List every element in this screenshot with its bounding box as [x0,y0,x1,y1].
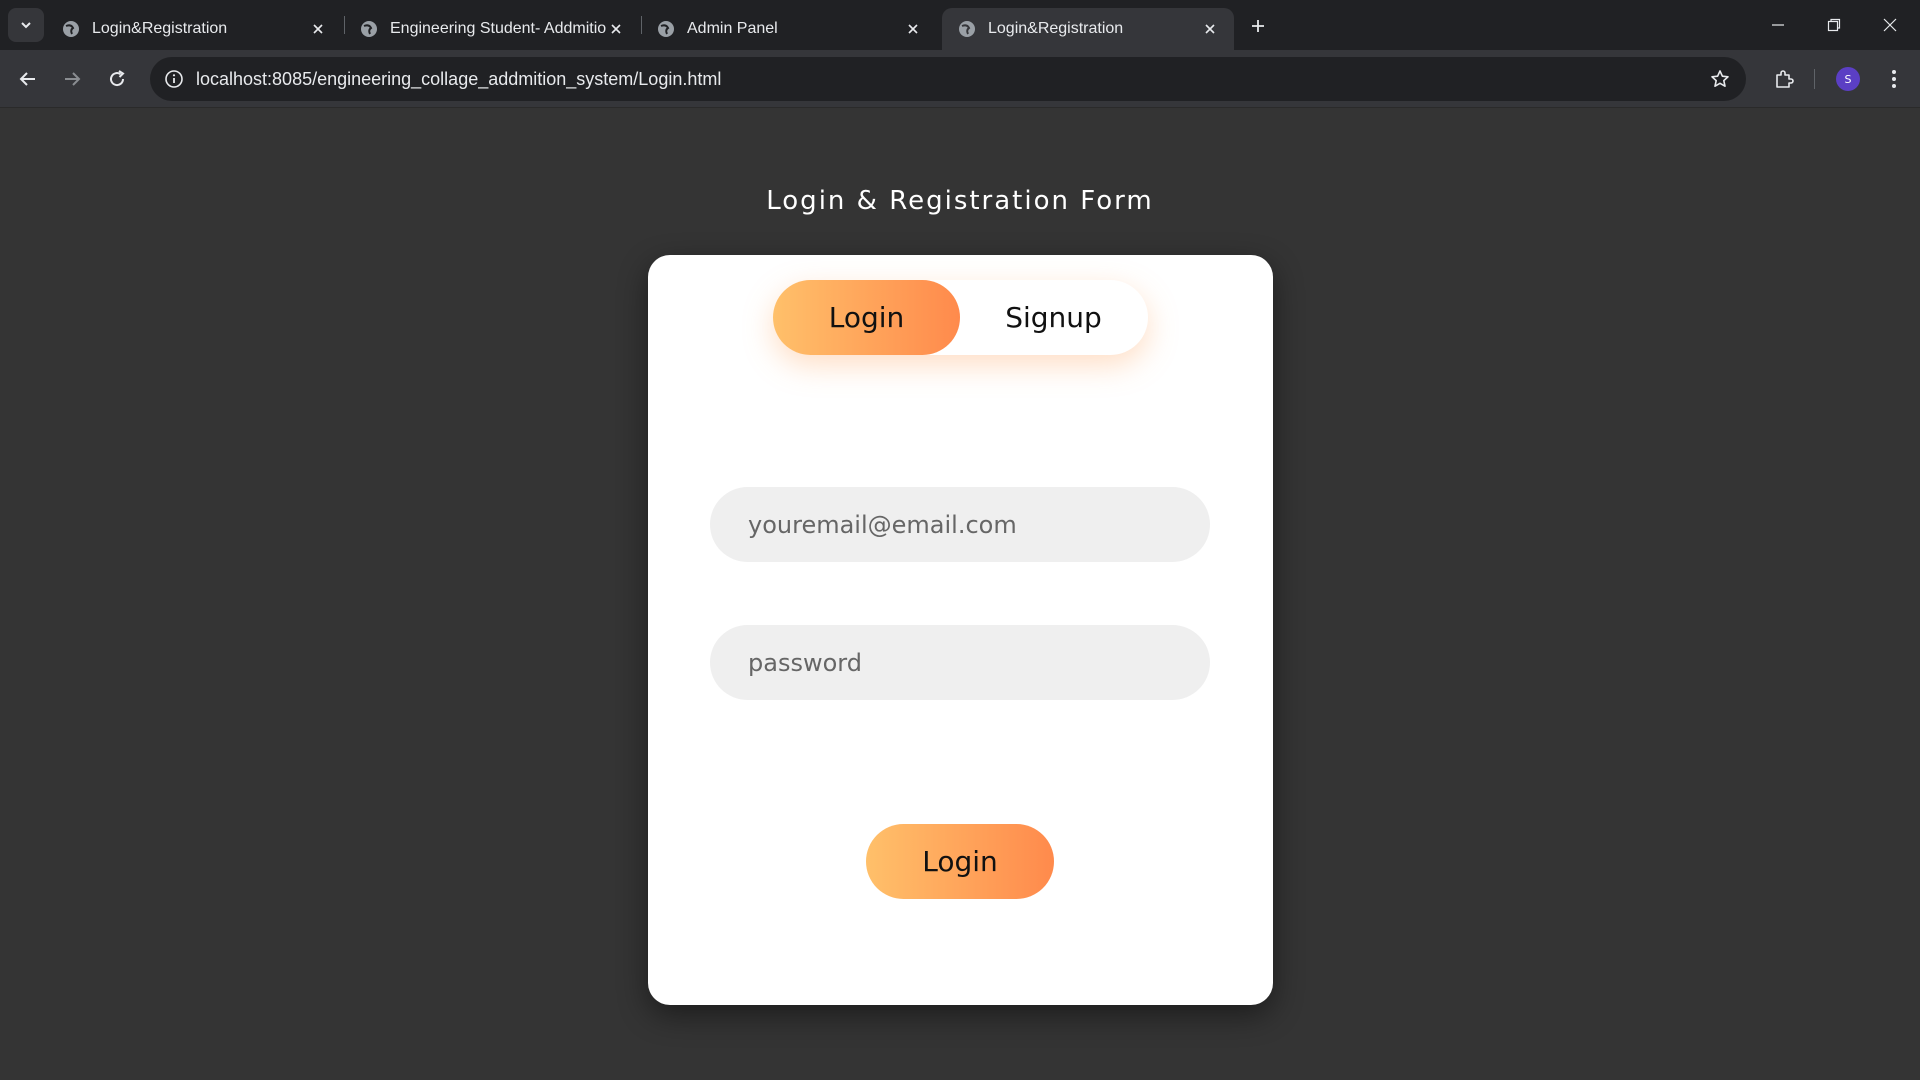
tab-admin-panel[interactable]: Admin Panel [641,8,937,50]
arrow-left-icon [19,72,35,86]
minimize-icon [1772,24,1784,26]
puzzle-icon [1776,70,1794,88]
extensions-button[interactable] [1768,63,1800,95]
login-signup-toggle: Login Signup [773,280,1148,355]
close-icon[interactable] [1200,19,1220,39]
new-tab-button[interactable] [1244,12,1272,40]
tab-title: Admin Panel [687,20,778,37]
arrow-right-icon [65,72,81,86]
forward-button[interactable] [56,63,88,95]
star-icon[interactable] [1708,67,1732,91]
close-icon[interactable] [308,19,328,39]
minimize-button[interactable] [1758,8,1798,42]
password-field[interactable] [710,625,1210,700]
reload-button[interactable] [101,63,133,95]
tab-title: Login&Registration [988,20,1124,37]
globe-icon [959,21,975,37]
menu-button[interactable] [1878,63,1910,95]
close-icon[interactable] [606,19,626,39]
tab-login[interactable]: Login [773,280,960,355]
tab-strip: Login&Registration Engineering Student- … [0,0,1920,50]
tab-login-registration-1[interactable]: Login&Registration [46,8,342,50]
url-text[interactable]: localhost:8085/engineering_collage_addmi… [196,69,721,90]
browser-toolbar: localhost:8085/engineering_collage_addmi… [0,50,1920,108]
toolbar-divider [1814,69,1815,89]
tab-search-button[interactable] [8,8,44,42]
chevron-down-icon [21,22,31,29]
email-field[interactable] [710,487,1210,562]
window-close-button[interactable] [1870,8,1910,42]
close-icon [1883,18,1897,32]
address-bar[interactable]: localhost:8085/engineering_collage_addmi… [150,57,1746,101]
back-button[interactable] [12,63,44,95]
more-vert-icon [1892,70,1896,88]
info-icon[interactable] [162,67,186,91]
reload-icon [110,70,125,87]
restore-button[interactable] [1814,8,1854,42]
globe-icon [361,21,377,37]
close-icon[interactable] [903,19,923,39]
restore-icon [1827,18,1841,32]
tab-title: Engineering Student- Addmition [390,20,606,37]
login-button[interactable]: Login [866,824,1054,899]
profile-avatar[interactable]: S [1836,67,1860,91]
login-card: Login Signup Login [648,255,1273,1005]
globe-icon [63,21,79,37]
tab-signup[interactable]: Signup [960,280,1147,355]
tab-login-registration-active[interactable]: Login&Registration [942,8,1234,50]
page-content: Login & Registration Form Login Signup L… [0,108,1920,1080]
tab-engineering-student[interactable]: Engineering Student- Addmition [344,8,640,50]
page-title: Login & Registration Form [766,186,1154,216]
globe-icon [658,21,674,37]
plus-icon [1252,20,1264,32]
tab-title: Login&Registration [92,20,228,37]
